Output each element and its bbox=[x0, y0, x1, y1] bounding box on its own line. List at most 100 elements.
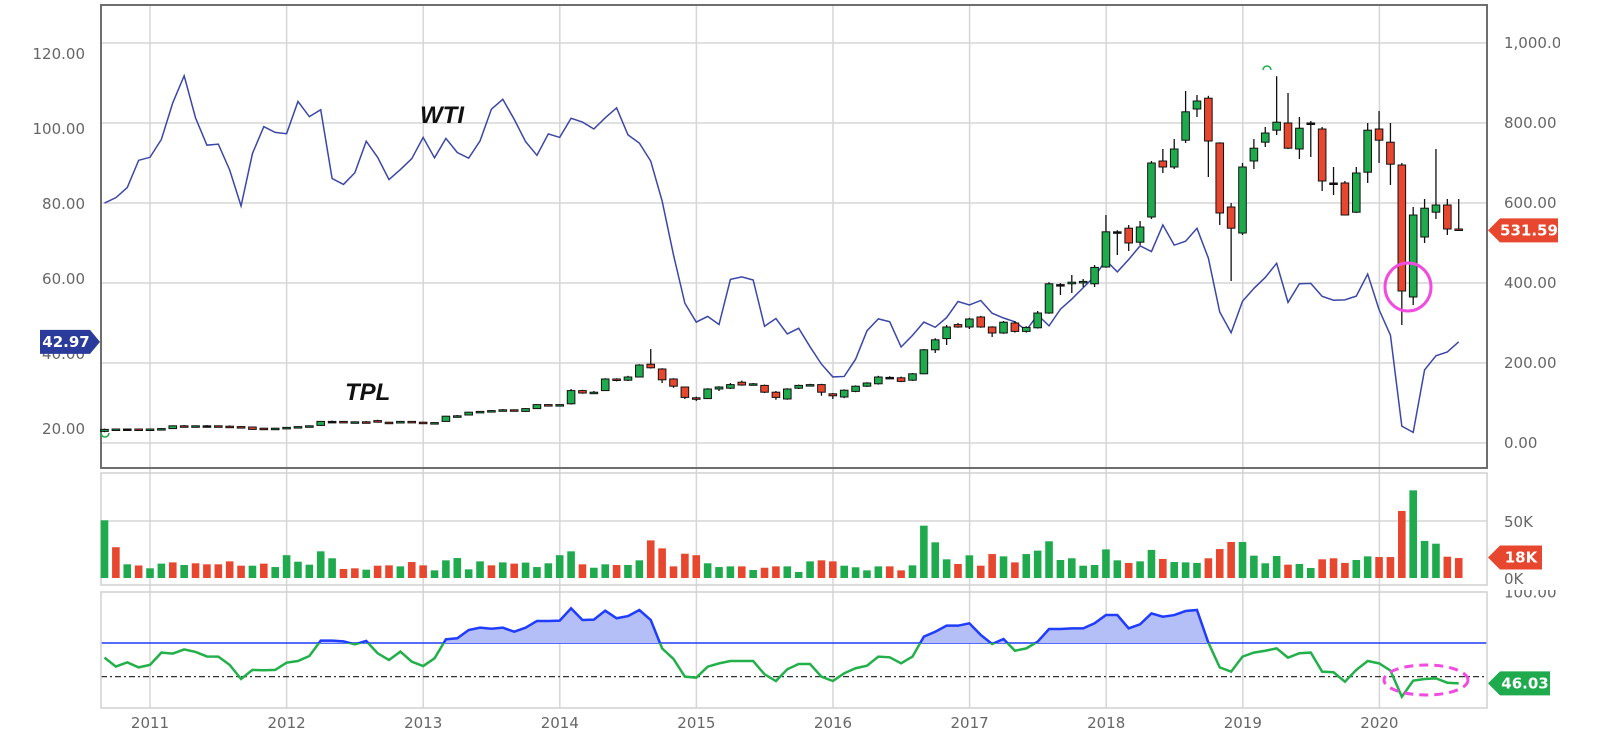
candle-body bbox=[1033, 312, 1042, 329]
badge-label: 46.03 bbox=[1501, 674, 1548, 692]
volume-bar bbox=[1181, 562, 1190, 578]
wti-annotation: WTI bbox=[420, 102, 465, 129]
candle-body bbox=[1067, 281, 1077, 285]
candle-body bbox=[179, 425, 189, 428]
tpl-candle bbox=[1260, 127, 1270, 147]
volume-bar bbox=[1329, 558, 1338, 578]
candle-body bbox=[191, 425, 200, 428]
volume-bar bbox=[1386, 557, 1395, 578]
volume-bar bbox=[669, 566, 678, 578]
right-axis-tick-label: 0.00 bbox=[1504, 434, 1537, 452]
tpl-candle bbox=[874, 375, 883, 385]
candle-body bbox=[578, 390, 587, 394]
candle-body bbox=[339, 420, 348, 424]
tpl-candle bbox=[1169, 139, 1179, 169]
tpl-candle bbox=[214, 425, 223, 428]
candle-body bbox=[657, 368, 667, 381]
candle-body bbox=[635, 364, 644, 378]
candle-body bbox=[1295, 127, 1304, 150]
volume-bar bbox=[783, 566, 792, 578]
candle-body bbox=[259, 427, 269, 431]
tpl-candle bbox=[1454, 199, 1464, 231]
volume-bar bbox=[442, 560, 450, 578]
volume-bar bbox=[1352, 559, 1361, 578]
volume-bar bbox=[999, 556, 1008, 578]
tpl-candle bbox=[430, 422, 439, 425]
candle-body bbox=[305, 425, 314, 428]
tpl-candle bbox=[532, 404, 542, 410]
candle-body bbox=[794, 384, 803, 389]
volume-bar bbox=[1341, 562, 1349, 578]
candle-body bbox=[544, 404, 553, 407]
volume-bar bbox=[1454, 558, 1463, 578]
rsi-line bbox=[103, 643, 1459, 700]
volume-last-badge: 18K bbox=[1488, 545, 1542, 570]
volume-bar bbox=[316, 551, 325, 578]
tpl-candle bbox=[646, 349, 656, 369]
tpl-candle bbox=[1340, 181, 1350, 216]
volume-bar bbox=[521, 562, 530, 578]
tpl-candle bbox=[976, 315, 986, 328]
tpl-candle bbox=[1317, 127, 1327, 191]
candle-body bbox=[726, 384, 735, 389]
tpl-candle bbox=[771, 391, 781, 400]
candle-body bbox=[1317, 128, 1327, 182]
x-axis-tick-label: 2020 bbox=[1360, 714, 1398, 732]
tpl-candle bbox=[1420, 199, 1429, 243]
candle-body bbox=[1249, 147, 1259, 162]
volume-bar bbox=[908, 565, 917, 578]
candle-body bbox=[737, 381, 747, 386]
candle-body bbox=[1443, 204, 1452, 230]
candle-body bbox=[396, 420, 405, 424]
volume-bar bbox=[1227, 541, 1235, 578]
candle-body bbox=[1329, 182, 1338, 185]
volume-bar bbox=[1318, 559, 1326, 578]
volume-bar bbox=[453, 558, 462, 578]
tpl-candle bbox=[805, 383, 815, 387]
candle-body bbox=[498, 409, 508, 412]
tpl-candle bbox=[1044, 282, 1054, 314]
right-axis-tick-label: 400.00 bbox=[1504, 274, 1557, 292]
candle-body bbox=[475, 410, 485, 414]
volume-axis-tick-label: 50K bbox=[1504, 513, 1534, 531]
candle-body bbox=[862, 382, 872, 387]
tpl-candle bbox=[134, 428, 143, 431]
tpl-candle bbox=[293, 426, 303, 429]
candle-body bbox=[1340, 182, 1350, 216]
tpl-candle bbox=[384, 421, 394, 425]
annotations: WTI TPL bbox=[100, 65, 1470, 697]
candle-body bbox=[1374, 128, 1384, 141]
volume-bar bbox=[248, 565, 257, 578]
volume-bar bbox=[203, 564, 211, 578]
candle-body bbox=[373, 420, 382, 423]
candle-body bbox=[248, 426, 257, 430]
candle-body bbox=[874, 376, 883, 385]
candle-body bbox=[589, 391, 599, 395]
left-axis-tick-label: 20.00 bbox=[42, 420, 85, 438]
volume-bar bbox=[601, 564, 610, 578]
candle-body bbox=[361, 421, 371, 424]
tpl-candle bbox=[930, 338, 940, 353]
last-value-badges: 531.59 18K 46.03 42.97 bbox=[40, 218, 1558, 696]
tpl-candle bbox=[953, 323, 963, 328]
volume-bar bbox=[1022, 554, 1031, 578]
candle-body bbox=[509, 409, 519, 412]
tpl-candle bbox=[1021, 326, 1031, 333]
tpl-candle bbox=[987, 326, 997, 337]
volume-bar bbox=[1238, 541, 1247, 578]
volume-bar bbox=[305, 564, 314, 578]
right-axis-tick-label: 1,000.00 bbox=[1504, 34, 1571, 52]
volume-bar bbox=[1113, 560, 1122, 578]
tpl-candle bbox=[1329, 167, 1338, 195]
right-axis-tick-label: 600.00 bbox=[1504, 194, 1557, 212]
tpl-candle bbox=[1124, 225, 1134, 251]
tpl-candle bbox=[373, 419, 382, 423]
candle-body bbox=[930, 339, 940, 351]
candle-body bbox=[532, 404, 542, 410]
tpl-candle bbox=[1408, 207, 1418, 305]
tpl-candle bbox=[1215, 142, 1225, 225]
volume-bar bbox=[1011, 562, 1019, 578]
candle-body bbox=[691, 397, 701, 400]
volume-bar bbox=[1215, 549, 1224, 578]
tpl-candle bbox=[942, 325, 951, 345]
